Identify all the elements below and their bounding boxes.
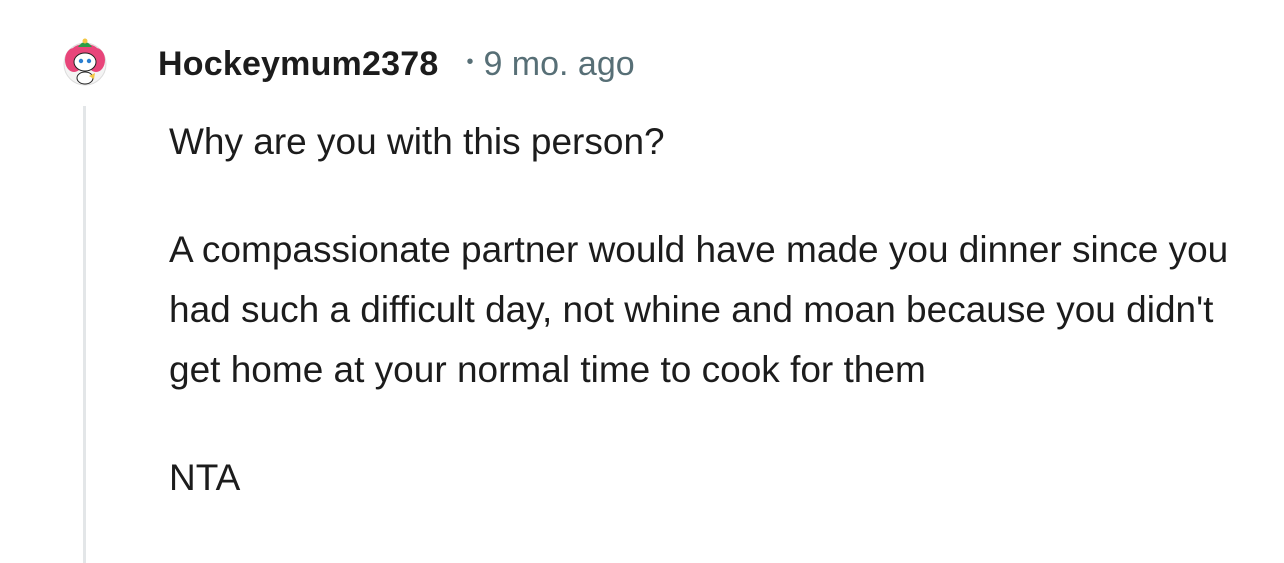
comment-paragraph: NTA bbox=[169, 457, 241, 498]
comment-timestamp[interactable]: 9 mo. ago bbox=[483, 45, 634, 84]
comment-meta: Hockeymum2378 • 9 mo. ago bbox=[158, 42, 635, 86]
user-avatar[interactable] bbox=[62, 38, 108, 86]
comment-body: Why are you with this person? A compassi… bbox=[169, 112, 1249, 556]
comment-paragraph: A compassionate partner would have made … bbox=[169, 229, 1229, 390]
comment-paragraph: Why are you with this person? bbox=[169, 121, 665, 162]
comment-author[interactable]: Hockeymum2378 bbox=[158, 45, 438, 84]
snoo-avatar-icon bbox=[63, 38, 107, 86]
thread-line[interactable] bbox=[83, 106, 86, 563]
meta-separator: • bbox=[466, 50, 474, 73]
comment: Hockeymum2378 • 9 mo. ago Why are you wi… bbox=[0, 0, 1284, 563]
